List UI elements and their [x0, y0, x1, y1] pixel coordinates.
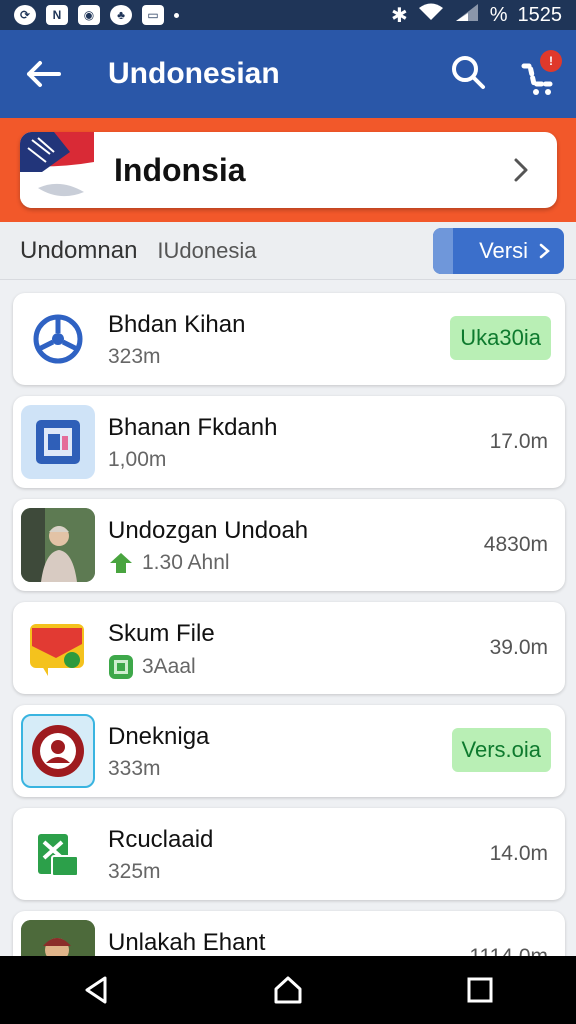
- recents-nav-button[interactable]: [450, 960, 510, 1020]
- app-size: 1,00m: [108, 448, 167, 471]
- filter-bar: Undomnan IUdonesia Versi: [0, 222, 576, 280]
- app-size: 333m: [108, 757, 161, 780]
- person-photo-icon: [21, 508, 95, 582]
- back-nav-button[interactable]: [66, 960, 126, 1020]
- search-icon: [452, 56, 485, 89]
- cart-button[interactable]: !: [518, 50, 566, 98]
- versi-button[interactable]: Versi: [433, 228, 564, 274]
- folder-icon: [21, 611, 95, 685]
- status-badge[interactable]: Uka30ia: [450, 316, 551, 360]
- media-icon: ▭: [142, 5, 164, 25]
- app-name: Rcuclaaid: [108, 826, 214, 853]
- app-icon: ♣: [110, 5, 132, 25]
- steering-wheel-icon: [21, 302, 95, 376]
- app-size: 3Aaal: [142, 655, 196, 678]
- filter-left-label[interactable]: Undomnan: [20, 237, 137, 265]
- list-item[interactable]: Undozgan Undoah 1.30 Ahnl 4830m: [13, 499, 565, 591]
- flag-icon: [20, 132, 94, 208]
- filter-right-label[interactable]: IUdonesia: [157, 238, 256, 264]
- app-meta: 3Aaal: [108, 654, 196, 680]
- wifi-icon: [418, 2, 444, 28]
- country-name: Indonsia: [114, 151, 246, 188]
- list-item[interactable]: Bhanan Fkdanh 1,00m 17.0m: [13, 396, 565, 488]
- search-button[interactable]: [446, 50, 490, 94]
- app-size-right: 39.0m: [489, 636, 548, 659]
- signal-icon: [454, 2, 480, 28]
- list-item[interactable]: Rcuclaaid 325m 14.0m: [13, 808, 565, 900]
- list-item[interactable]: Dnekniga 333m Vers.oia: [13, 705, 565, 797]
- country-selector[interactable]: Indonsia: [20, 132, 557, 208]
- triangle-back-icon: [85, 976, 107, 1004]
- page-title: Undonesian: [108, 57, 280, 90]
- home-icon: [274, 976, 302, 1004]
- chevron-right-icon: [514, 158, 528, 182]
- versi-label: Versi: [479, 238, 528, 263]
- app-size: 323m: [108, 345, 161, 368]
- app-bar: Undonesian !: [0, 30, 576, 118]
- country-banner: Indonsia: [0, 118, 576, 222]
- camera-icon: ◉: [78, 5, 100, 25]
- cart-badge: !: [540, 50, 562, 72]
- app-size-right: 4830m: [483, 533, 548, 556]
- status-bar: ⟳ N ◉ ♣ ▭ ✱ % 1525: [0, 0, 576, 30]
- list-item[interactable]: Skum File 3Aaal 39.0m: [13, 602, 565, 694]
- app-size: 1.30 Ahnl: [142, 551, 230, 574]
- app-size-right: 17.0m: [489, 430, 548, 453]
- arrow-left-icon: [27, 61, 61, 87]
- status-badge[interactable]: Vers.oia: [451, 728, 551, 772]
- profile-icon: [21, 714, 95, 788]
- clock: 1525: [517, 3, 563, 26]
- app-name: Unlakah Ehant: [108, 929, 266, 956]
- square-recents-icon: [467, 977, 493, 1003]
- list-item[interactable]: Bhdan Kihan 323m Uka30ia: [13, 293, 565, 385]
- app-name: Dnekniga: [108, 723, 210, 750]
- back-button[interactable]: [0, 30, 86, 118]
- news-icon: N: [46, 5, 68, 25]
- chevron-right-icon: [539, 243, 550, 259]
- battery-text: %: [489, 3, 508, 26]
- app-size: 325m: [108, 860, 161, 883]
- app-name: Skum File: [108, 620, 215, 647]
- app-name: Bhdan Kihan: [108, 311, 246, 338]
- leaf-icon: [110, 553, 132, 573]
- app-size-right: 14.0m: [489, 842, 548, 865]
- more-dot-icon: [174, 12, 179, 18]
- sync-icon: ⟳: [14, 5, 36, 25]
- document-icon: [21, 405, 95, 479]
- badge-icon: [109, 655, 133, 679]
- app-meta: 1.30 Ahnl: [108, 551, 230, 575]
- navigation-bar: [0, 956, 576, 1024]
- app-name: Undozgan Undoah: [108, 517, 309, 544]
- bluetooth-icon: ✱: [390, 4, 408, 27]
- home-nav-button[interactable]: [258, 960, 318, 1020]
- spreadsheet-icon: [21, 817, 95, 891]
- app-name: Bhanan Fkdanh: [108, 414, 278, 441]
